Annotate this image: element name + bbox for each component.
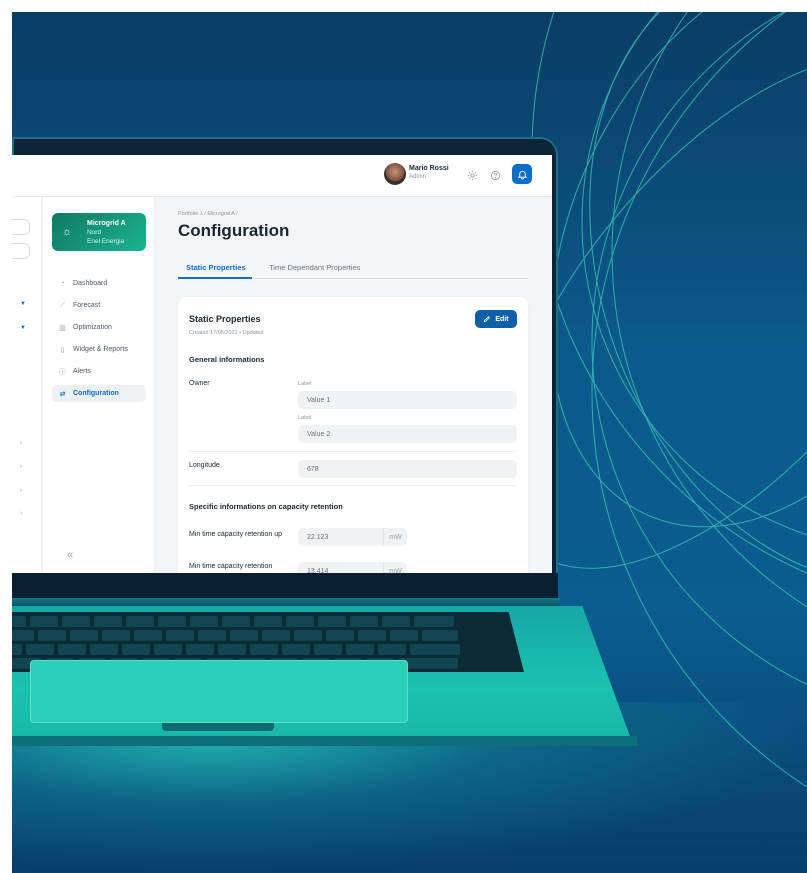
help-circle-icon[interactable] <box>487 167 503 183</box>
user-name[interactable]: Mario Rossi <box>409 165 449 172</box>
bell-icon <box>517 170 527 180</box>
avatar[interactable] <box>384 163 406 185</box>
edit-button-label: Edit <box>495 315 509 323</box>
deck-edge <box>12 736 637 746</box>
microgrid-region: Nord <box>87 229 102 236</box>
sidebar-item-label: Widget & Reports <box>73 346 128 353</box>
sidebar-item-label: Forecast <box>73 302 101 309</box>
gauge-icon: ◔ <box>60 280 65 287</box>
notifications-button[interactable] <box>512 164 532 184</box>
breadcrumb[interactable]: Portfolio 1 / Microgrid A / <box>178 211 238 217</box>
sun-icon: ☼ <box>62 226 73 238</box>
outer-sidebar: ▼ ▼ › › › › <box>12 197 42 573</box>
sidebar: ☼ Microgrid A Nord Enel Energia ◔ Dashbo… <box>43 197 155 573</box>
user-role: Admin <box>409 174 427 180</box>
chevron-right-icon[interactable]: › <box>20 510 22 517</box>
chevron-right-icon[interactable]: › <box>20 487 22 494</box>
trend-icon: ⟋ <box>60 301 65 309</box>
sidebar-item-configuration[interactable]: ⇄ Configuration <box>52 385 146 402</box>
bars-icon: ▥ <box>59 324 66 332</box>
gear-icon[interactable] <box>464 167 480 183</box>
static-properties-card: Static Properties Created 17/05/2022 • U… <box>178 297 528 573</box>
laptop-screen: Mario Rossi Admin ▼ ▼ › › › › ☼ Microgri… <box>12 155 552 573</box>
sliders-icon: ⇄ <box>59 390 66 398</box>
owner-value-2: Value 2 <box>298 425 517 443</box>
capacity-row-unit: mW <box>383 562 407 573</box>
active-tab-indicator <box>178 277 252 279</box>
tab-time-dependant-properties[interactable]: Time Dependant Properties <box>269 263 360 272</box>
scene-background: Mario Rossi Admin ▼ ▼ › › › › ☼ Microgri… <box>12 12 807 873</box>
trackpad <box>30 660 408 723</box>
chevron-right-icon[interactable]: › <box>20 463 22 470</box>
owner-sublabel-2: Label <box>298 415 312 421</box>
owner-value-1: Value 1 <box>298 391 517 409</box>
sidebar-item-label: Configuration <box>73 390 119 397</box>
alert-icon: ⓘ <box>59 368 66 376</box>
page-title: Configuration <box>178 221 290 240</box>
divider <box>189 451 517 452</box>
edit-button[interactable]: Edit <box>475 310 517 328</box>
sidebar-item-label: Dashboard <box>73 280 108 287</box>
owner-label: Owner <box>189 380 210 387</box>
outer-select-2[interactable] <box>12 243 30 259</box>
laptop-bezel <box>12 573 558 599</box>
card-created-date: Created 17/05/2022 • Updated <box>189 330 264 336</box>
capacity-retention-title: Specific informations on capacity retent… <box>189 502 343 511</box>
tab-bar: Static Properties Time Dependant Propert… <box>178 259 528 279</box>
sidebar-item-dashboard[interactable]: ◔ Dashboard <box>52 275 146 292</box>
microgrid-title: Microgrid A <box>87 220 126 227</box>
microgrid-selector[interactable]: ☼ Microgrid A Nord Enel Energia <box>52 213 146 251</box>
lid-notch <box>162 723 274 731</box>
longitude-value: 678 <box>298 460 517 478</box>
sidebar-item-widget-reports[interactable]: ▯ Widget & Reports <box>52 341 146 358</box>
top-bar: Mario Rossi Admin <box>12 155 552 197</box>
longitude-label: Longitude <box>189 462 220 469</box>
pencil-icon <box>484 316 491 323</box>
laptop-hinge <box>12 598 560 606</box>
chevron-down-icon[interactable]: ▼ <box>20 325 26 331</box>
collapse-sidebar-icon[interactable]: « <box>67 549 73 561</box>
microgrid-company: Enel Energia <box>87 238 125 245</box>
general-informations-title: General informations <box>189 355 265 364</box>
document-icon: ▯ <box>60 346 65 354</box>
divider <box>189 485 517 486</box>
capacity-row-unit: mW <box>383 528 407 546</box>
card-title: Static Properties <box>189 314 261 324</box>
sidebar-item-label: Alerts <box>73 368 91 375</box>
chevron-right-icon[interactable]: › <box>20 440 22 447</box>
owner-sublabel-1: Label <box>298 381 312 387</box>
tab-static-properties[interactable]: Static Properties <box>186 263 246 272</box>
main-content: Portfolio 1 / Microgrid A / Configuratio… <box>155 197 552 573</box>
sidebar-item-alerts[interactable]: ⓘ Alerts <box>52 363 146 380</box>
sidebar-item-optimization[interactable]: ▥ Optimization <box>52 319 146 336</box>
capacity-row-label: Min time capacity retention up <box>189 531 282 538</box>
sidebar-item-label: Optimization <box>73 324 112 331</box>
outer-select-1[interactable] <box>12 219 30 235</box>
capacity-row-label: Min time capacity retention <box>189 563 273 570</box>
sidebar-item-forecast[interactable]: ⟋ Forecast <box>52 297 146 314</box>
chevron-down-icon[interactable]: ▼ <box>20 301 26 307</box>
